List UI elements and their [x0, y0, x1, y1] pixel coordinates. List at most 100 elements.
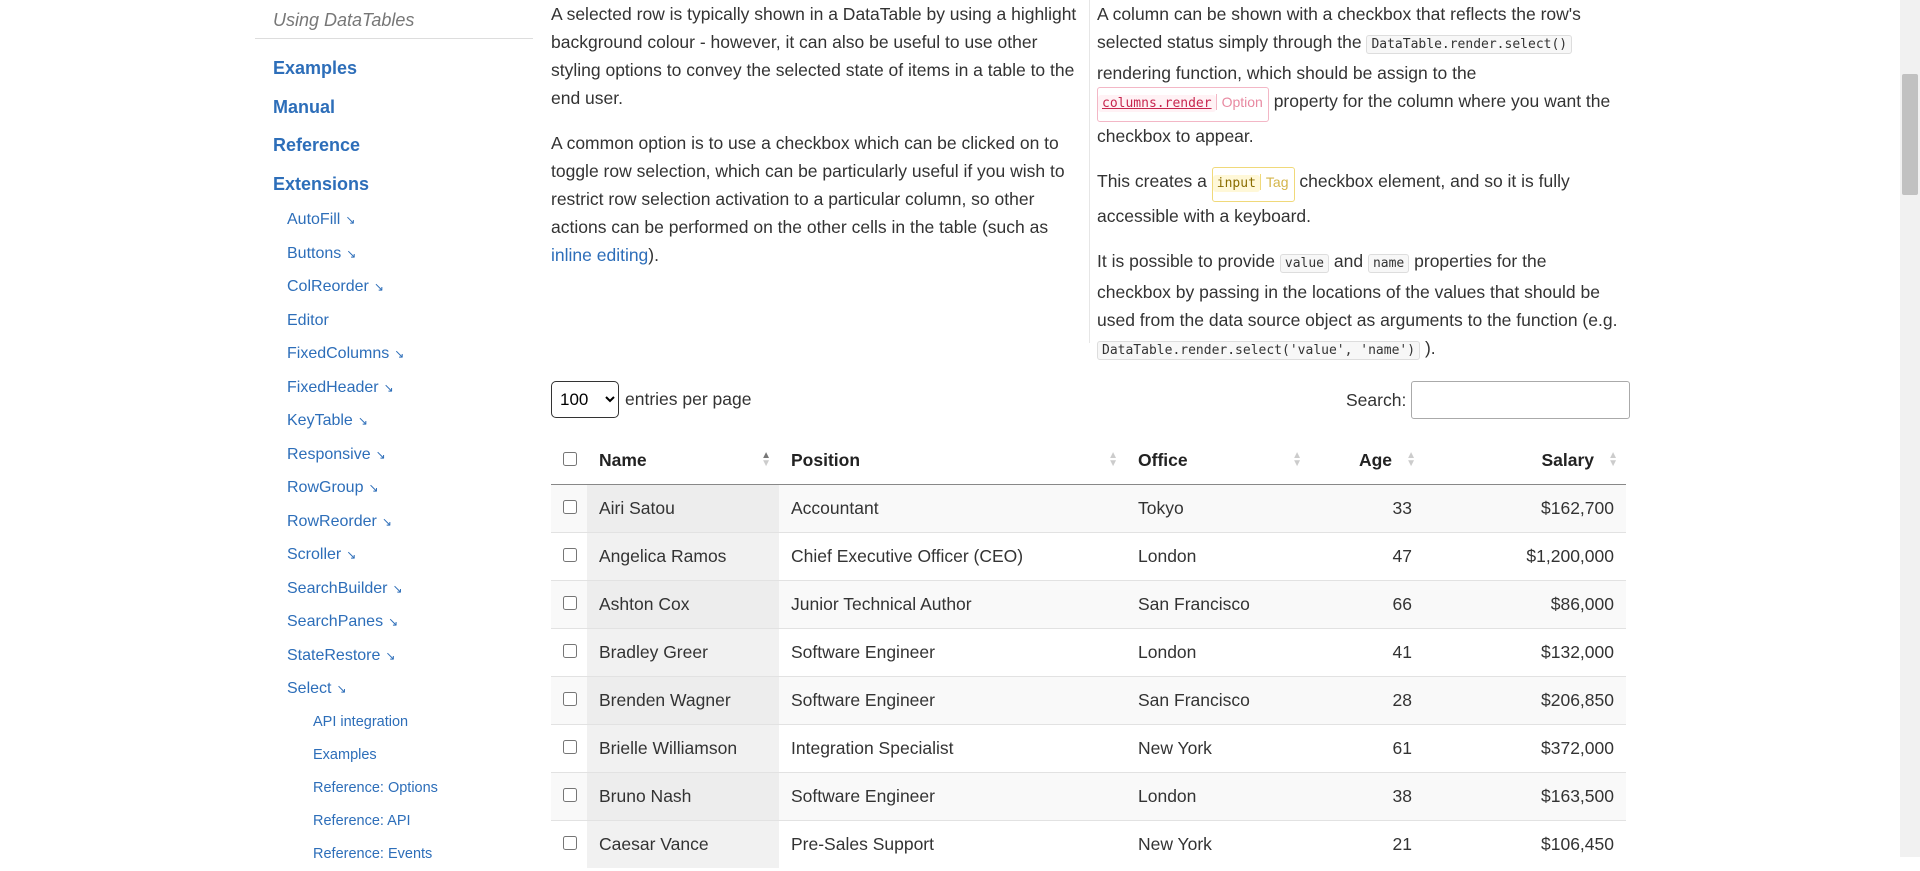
table-row[interactable]: Brielle Williamson Integration Specialist… — [551, 724, 1626, 773]
row-select-cell — [551, 676, 587, 725]
position-cell: Junior Technical Author — [779, 580, 1126, 629]
position-cell: Chief Executive Officer (CEO) — [779, 532, 1126, 581]
scrollbar-thumb[interactable] — [1902, 74, 1918, 195]
column-header-name[interactable]: Name ▲ ▼ — [587, 436, 779, 485]
sidebar-item-label: FixedHeader — [287, 378, 379, 396]
table-row[interactable]: Caesar Vance Pre-Sales Support New York 21 $… — [551, 820, 1626, 868]
sidebar-item-reference[interactable]: Reference — [255, 126, 533, 165]
external-arrow-icon: ↘ — [381, 514, 392, 529]
sidebar-item-rowgroup[interactable]: RowGroup ↘ — [255, 471, 533, 505]
external-arrow-icon: ↘ — [345, 213, 356, 227]
sidebar-subitem-reference-events[interactable]: Reference: Events — [255, 838, 533, 871]
sidebar-item-scroller[interactable]: Scroller ↘ — [255, 538, 533, 572]
text: A common option is to use a checkbox whi… — [551, 133, 1065, 237]
column-header-position[interactable]: Position ▲ ▼ — [779, 436, 1126, 485]
select-all-checkbox[interactable] — [563, 451, 577, 466]
table-row[interactable]: Angelica Ramos Chief Executive Officer (C… — [551, 532, 1626, 581]
sidebar-item-editor[interactable]: Editor — [255, 304, 533, 338]
external-arrow-icon: ↘ — [375, 447, 386, 462]
row-select-checkbox[interactable] — [563, 644, 577, 658]
salary-cell: $206,850 — [1424, 676, 1626, 725]
intro-left-column: A selected row is typically shown in a D… — [551, 0, 1081, 286]
column-header-age[interactable]: Age ▲ ▼ — [1310, 436, 1424, 485]
sidebar-item-select[interactable]: Select ↘ — [255, 672, 533, 706]
page-scrollbar[interactable] — [1900, 0, 1920, 857]
external-arrow-icon: ↘ — [357, 414, 368, 428]
office-cell: San Francisco — [1126, 580, 1310, 629]
sidebar-item-label: StateRestore — [287, 646, 381, 664]
row-select-checkbox[interactable] — [563, 836, 577, 850]
office-cell: London — [1126, 772, 1310, 821]
sidebar-item-searchbuilder[interactable]: SearchBuilder ↘ — [255, 572, 533, 606]
column-header-label: Salary — [1541, 449, 1594, 470]
option-tag[interactable]: columns.render Option — [1097, 87, 1269, 122]
sidebar-item-rowreorder[interactable]: RowReorder ↘ — [255, 505, 533, 539]
name-cell: Angelica Ramos — [587, 532, 779, 581]
select-sub-list: API integration Examples Reference: Option… — [255, 706, 533, 871]
sidebar-item-staterestore[interactable]: StateRestore ↘ — [255, 639, 533, 673]
column-header-salary[interactable]: Salary ▲ ▼ — [1424, 436, 1626, 485]
age-cell: 61 — [1310, 724, 1424, 773]
external-arrow-icon: ↘ — [346, 246, 357, 261]
table-row[interactable]: Brenden Wagner Software Engineer San Franc… — [551, 676, 1626, 725]
option-tag-name[interactable]: columns.render — [1098, 95, 1216, 112]
sort-icon: ▲ ▼ — [1608, 450, 1618, 469]
office-cell: New York — [1138, 834, 1212, 854]
sidebar-nav: Using DataTables Examples Manual Referen… — [255, 0, 533, 871]
row-select-checkbox[interactable] — [563, 692, 577, 706]
sidebar-item-examples[interactable]: Examples — [255, 49, 533, 88]
name-cell: Airi Satou — [587, 484, 779, 533]
row-select-checkbox[interactable] — [563, 548, 577, 562]
search-input[interactable] — [1411, 381, 1631, 419]
sidebar-item-label: ColReorder — [287, 278, 369, 295]
sidebar-item-searchpanes[interactable]: SearchPanes ↘ — [255, 605, 533, 639]
html-tag[interactable]: input Tag — [1211, 167, 1295, 202]
text: rendering function, which should be assi… — [1097, 63, 1477, 83]
sidebar-item-extensions[interactable]: Extensions — [255, 165, 533, 204]
sidebar-item-fixedcolumns[interactable]: FixedColumns ↘ — [255, 337, 533, 371]
name-cell: Brenden Wagner — [587, 676, 779, 725]
sidebar-subitem-examples[interactable]: Examples — [255, 739, 533, 772]
sort-asc-icon: ▲ ▼ — [761, 450, 771, 469]
html-tag-name[interactable]: input — [1212, 175, 1260, 192]
external-arrow-icon: ↘ — [336, 682, 347, 696]
column-divider — [1089, 0, 1090, 343]
text: ). — [648, 245, 659, 265]
row-select-checkbox[interactable] — [563, 740, 577, 754]
page-length-control: 100 entries per page — [551, 381, 751, 418]
sidebar-item-label: SearchBuilder — [287, 579, 388, 597]
sidebar-item-responsive[interactable]: Responsive ↘ — [255, 438, 533, 472]
sidebar-subitem-reference-api[interactable]: Reference: API — [255, 805, 533, 838]
row-select-cell — [551, 580, 587, 629]
sidebar-item-colreorder[interactable]: ColReorder ↘ — [255, 270, 533, 304]
code-snippet: DataTable.render.select('value', 'name') — [1097, 341, 1421, 360]
age-cell: 33 — [1310, 484, 1424, 533]
sort-icon: ▲ ▼ — [1108, 450, 1118, 469]
sidebar-item-label: FixedColumns — [287, 345, 390, 362]
sidebar-item-keytable[interactable]: KeyTable ↘ — [255, 404, 533, 438]
sidebar-item-manual[interactable]: Manual — [255, 88, 533, 127]
salary-cell: $86,000 — [1424, 580, 1626, 629]
column-header-office[interactable]: Office ▲ ▼ — [1126, 436, 1310, 485]
sidebar-item-label: Responsive — [287, 445, 371, 463]
code-snippet: name — [1367, 254, 1410, 273]
sidebar-item-fixedheader[interactable]: FixedHeader ↘ — [255, 371, 533, 405]
position-cell: Software Engineer — [779, 772, 1126, 821]
sidebar-item-label: SearchPanes — [287, 613, 384, 630]
table-row[interactable]: Bradley Greer Software Engineer London 41 $1… — [551, 628, 1626, 677]
row-select-checkbox[interactable] — [563, 788, 577, 802]
sidebar-subitem-reference-options[interactable]: Reference: Options — [255, 772, 533, 805]
table-row[interactable]: Bruno Nash Software Engineer London 38 $163,… — [551, 772, 1626, 821]
row-select-checkbox[interactable] — [563, 500, 577, 514]
row-select-checkbox[interactable] — [563, 596, 577, 610]
text: This creates a — [1097, 171, 1212, 191]
sidebar-subitem-api-integration[interactable]: API integration — [255, 706, 533, 739]
sidebar-item-buttons[interactable]: Buttons ↘ — [255, 237, 533, 271]
table-row[interactable]: Ashton Cox Junior Technical Author San Fra… — [551, 580, 1626, 629]
salary-cell: $1,200,000 — [1424, 532, 1626, 581]
sidebar-item-autofill[interactable]: AutoFill ↘ — [255, 203, 533, 237]
name-cell: Bradley Greer — [587, 628, 779, 677]
page-length-select[interactable]: 100 — [551, 381, 619, 418]
table-row[interactable]: Airi Satou Accountant Tokyo 33 $162,700 — [551, 484, 1626, 533]
inline-editing-link[interactable]: inline editing — [551, 245, 648, 265]
